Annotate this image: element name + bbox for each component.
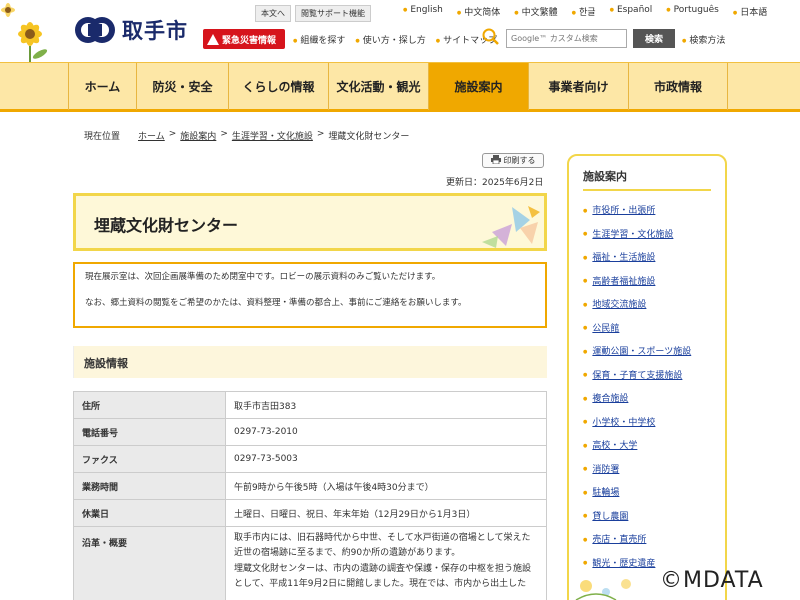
sidebar-item-high-schools: 高校・大学 (583, 438, 711, 451)
nav-disaster-safety[interactable]: 防災・安全 (136, 63, 228, 110)
sidebar-item-complex: 複合施設 (583, 391, 711, 404)
sidebar-title: 施設案内 (583, 168, 711, 191)
emergency-info-button[interactable]: 緊急災害情報 (203, 29, 285, 49)
page-title: 埋蔵文化財センター (94, 216, 239, 235)
table-row: ファクス 0297-73-5003 (73, 445, 547, 473)
table-row: 業務時間 午前9時から午後5時（入場は午後4時30分まで） (73, 472, 547, 500)
table-row: 休業日 土曜日、日曜日、祝日、年末年始（12月29日から1月3日） (73, 499, 547, 527)
warning-icon (207, 33, 219, 45)
print-button[interactable]: 印刷する (482, 153, 544, 168)
row-value-address: 取手市吉田383 (225, 391, 547, 419)
nav-business[interactable]: 事業者向け (528, 63, 628, 110)
row-label-history: 沿革・概要 (73, 526, 226, 600)
site-header: 取手市 本文へ 閲覧サポート機能 English 中文简体 中文繁體 한글 Es… (0, 0, 800, 62)
sidebar-item-shops: 売店・直売所 (583, 532, 711, 545)
page-title-box: 埋蔵文化財センター (73, 193, 547, 251)
lang-portuguese-link[interactable]: Português (666, 5, 719, 18)
sidebar-item-tourism-heritage: 観光・歴史遺産 (583, 556, 711, 569)
facility-info-table: 住所 取手市吉田383 電話番号 0297-73-2010 ファクス 0297-… (73, 391, 547, 600)
triangle-decoration-icon (472, 202, 542, 248)
city-logo[interactable]: 取手市 (74, 14, 188, 46)
emergency-label: 緊急災害情報 (222, 35, 277, 46)
tool-links: 組織を探す 使い方・探し方 サイトマップ (293, 33, 507, 46)
row-label-address: 住所 (73, 391, 226, 419)
updated-date: 更新日：2025年6月2日 (446, 178, 544, 188)
top-utility-buttons: 本文へ 閲覧サポート機能 (255, 5, 375, 22)
nav-home[interactable]: ホーム (68, 63, 136, 110)
breadcrumb: 現在位置 ホーム > 施設案内 > 生涯学習・文化施設 > 埋蔵文化財センター (84, 129, 410, 142)
sidebar-list: 市役所・出張所 生涯学習・文化施設 福祉・生活施設 高齢者福祉施設 地域交流施設… (583, 203, 711, 569)
row-label-closed-days: 休業日 (73, 499, 226, 527)
sidebar-item-elderly-welfare: 高齢者福祉施設 (583, 274, 711, 287)
sidebar-item-lifelong-learning: 生涯学習・文化施設 (583, 227, 711, 240)
breadcrumb-link-facilities[interactable]: 施設案内 (180, 129, 216, 142)
table-row: 沿革・概要 取手市内には、旧石器時代から中世、そして水戸街道の宿場として栄えた近… (73, 526, 547, 600)
city-name: 取手市 (122, 19, 188, 43)
breadcrumb-link-lifelong-learning[interactable]: 生涯学習・文化施設 (232, 129, 313, 142)
lang-spanish-link[interactable]: Español (610, 5, 652, 18)
row-value-closed-days: 土曜日、日曜日、祝日、年末年始（12月29日から1月3日） (225, 499, 547, 527)
search-icon (482, 28, 500, 46)
row-label-fax: ファクス (73, 445, 226, 473)
sidebar-item-city-hall: 市役所・出張所 (583, 203, 711, 216)
flower-decoration-icon (566, 568, 666, 600)
sidebar-item-rental-farm: 貸し農園 (583, 509, 711, 522)
notice-box: 現在展示室は、次回企画展準備のため閉室中です。ロビーの展示資料のみご覧いただけま… (73, 262, 547, 328)
city-emblem-icon (74, 14, 116, 46)
accessibility-support-button[interactable]: 閲覧サポート機能 (295, 5, 371, 22)
history-paragraph-2: 埋蔵文化財センターは、市内の遺跡の調査や保護・保存の中枢を担う施設として、平成1… (234, 563, 532, 589)
lang-english-link[interactable]: English (403, 5, 443, 18)
row-value-history: 取手市内には、旧石器時代から中世、そして水戸街道の宿場として栄えた近世の宿場跡に… (225, 526, 547, 600)
sidebar-item-public-hall: 公民館 (583, 321, 711, 334)
row-value-fax: 0297-73-5003 (225, 445, 547, 473)
find-organization-link[interactable]: 組織を探す (293, 33, 345, 46)
sidebar-item-bicycle-parking: 駐輪場 (583, 485, 711, 498)
watermark: ©MDATA (660, 568, 764, 593)
breadcrumb-link-home[interactable]: ホーム (138, 129, 165, 142)
breadcrumb-current: 埋蔵文化財センター (328, 132, 410, 142)
lang-korean-link[interactable]: 한글 (572, 5, 596, 18)
sunflower-decoration-icon (0, 0, 60, 62)
nav-facilities[interactable]: 施設案内 (428, 63, 528, 110)
nav-culture-tourism[interactable]: 文化活動・観光 (328, 63, 428, 110)
row-value-phone: 0297-73-2010 (225, 418, 547, 446)
nav-living-info[interactable]: くらしの情報 (228, 63, 328, 110)
history-paragraph-1: 取手市内には、旧石器時代から中世、そして水戸街道の宿場として栄えた近世の宿場跡に… (234, 533, 531, 559)
lang-chinese-traditional-link[interactable]: 中文繁體 (514, 5, 558, 18)
sidebar-item-fire-station: 消防署 (583, 462, 711, 475)
sidebar-item-community: 地域交流施設 (583, 297, 711, 310)
printer-icon (490, 155, 501, 166)
lang-chinese-simplified-link[interactable]: 中文简体 (457, 5, 500, 18)
sidebar: 施設案内 市役所・出張所 生涯学習・文化施設 福祉・生活施設 高齢者福祉施設 地… (567, 154, 727, 600)
language-links: English 中文简体 中文繁體 한글 Español Português 日… (403, 5, 781, 18)
sidebar-item-sports: 運動公園・スポーツ施設 (583, 344, 711, 357)
table-row: 住所 取手市吉田383 (73, 391, 547, 419)
notice-line-1: 現在展示室は、次回企画展準備のため閉室中です。ロビーの展示資料のみご覧いただけま… (85, 272, 441, 282)
sidebar-item-welfare: 福祉・生活施設 (583, 250, 711, 263)
search-button[interactable]: 検索 (633, 29, 675, 48)
nav-city-administration[interactable]: 市政情報 (628, 63, 728, 110)
skip-to-content-button[interactable]: 本文へ (255, 5, 291, 22)
row-value-hours: 午前9時から午後5時（入場は午後4時30分まで） (225, 472, 547, 500)
sidebar-item-childcare: 保育・子育て支援施設 (583, 368, 711, 381)
how-to-use-link[interactable]: 使い方・探し方 (355, 33, 426, 46)
search-input[interactable] (506, 29, 627, 48)
search-howto-link[interactable]: 検索方法 (682, 33, 725, 46)
lang-japanese-link[interactable]: 日本語 (733, 5, 767, 18)
global-nav: ホーム 防災・安全 くらしの情報 文化活動・観光 施設案内 事業者向け 市政情報 (0, 62, 800, 112)
table-row: 電話番号 0297-73-2010 (73, 418, 547, 446)
breadcrumb-label: 現在位置 (84, 132, 121, 142)
notice-line-2: なお、郷土資料の閲覧をご希望のかたは、資料整理・準備の都合上、事前にご連絡をお願… (85, 297, 467, 308)
row-label-hours: 業務時間 (73, 472, 226, 500)
facility-info-heading: 施設情報 (73, 346, 547, 378)
row-label-phone: 電話番号 (73, 418, 226, 446)
sidebar-item-schools: 小学校・中学校 (583, 415, 711, 428)
